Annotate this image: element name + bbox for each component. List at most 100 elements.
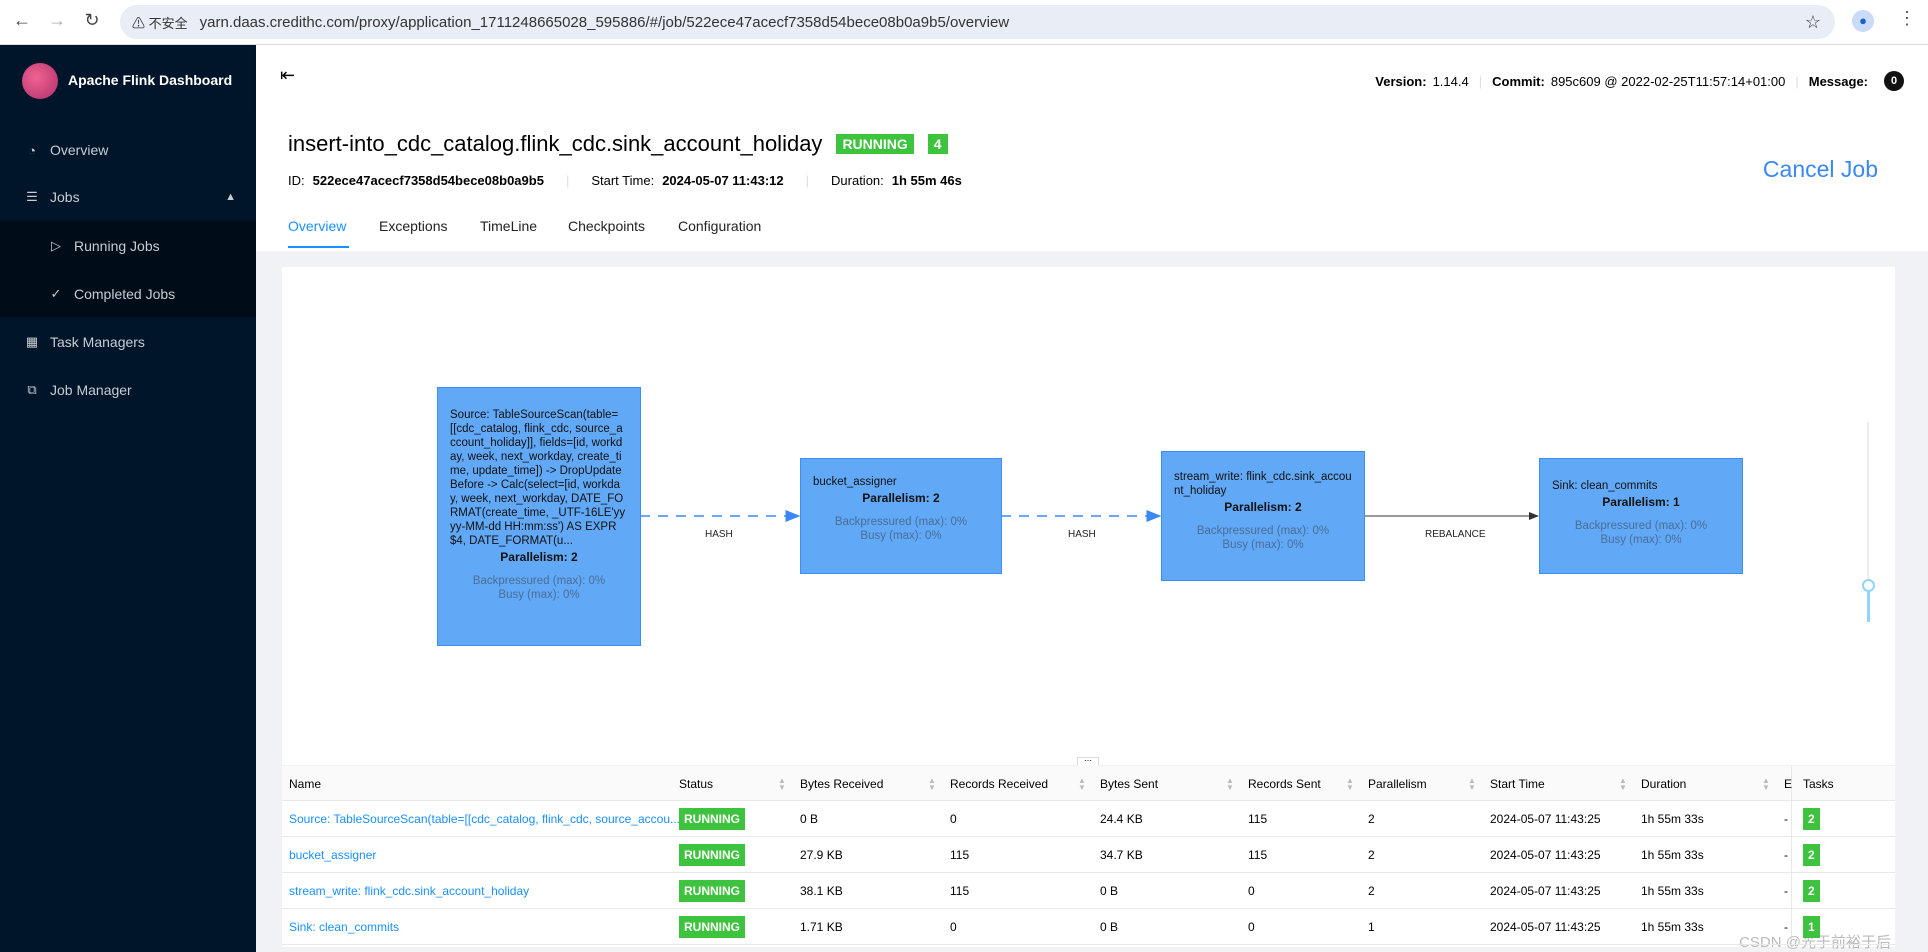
tab-configuration[interactable]: Configuration [678, 218, 761, 234]
tab-checkpoints[interactable]: Checkpoints [568, 218, 645, 234]
graph-node-source[interactable]: Source: TableSourceScan(table=[[cdc_cata… [437, 387, 641, 646]
job-graph[interactable]: HASH HASH REBALANCE Source: TableSourceS… [282, 267, 1895, 767]
cell-text: 0 [1248, 883, 1255, 898]
cell-bytes-sent: 0 B [1100, 909, 1118, 944]
cell-parallelism: 2 [1368, 801, 1375, 836]
cell-text[interactable]: Sink: clean_commits [289, 920, 399, 934]
sort-icon[interactable]: ▲ ▼ [1226, 777, 1234, 792]
cell-e: - [1784, 801, 1788, 836]
column-header-parallelism[interactable]: Parallelism [1368, 766, 1427, 801]
zoom-slider-handle[interactable] [1862, 579, 1875, 592]
back-icon[interactable]: ← [10, 10, 34, 31]
cancel-job-button[interactable]: Cancel Job [1763, 156, 1878, 183]
sidebar-item-jobs[interactable]: ☰ Jobs ▲ [0, 173, 256, 221]
sidebar-item-completed-jobs[interactable]: ✓ Completed Jobs [0, 270, 256, 318]
graph-node-bucket-assigner[interactable]: bucket_assigner Parallelism: 2 Backpress… [800, 458, 1002, 574]
url-text[interactable]: yarn.daas.credithc.com/proxy/application… [200, 14, 1010, 31]
sort-icon[interactable]: ▲ ▼ [1468, 777, 1476, 792]
sort-icon[interactable]: ▲ ▼ [928, 777, 936, 792]
security-warning[interactable]: ⚠ 不安全 [132, 13, 188, 32]
cell-text[interactable]: Source: TableSourceScan(table=[[cdc_cata… [289, 812, 680, 826]
sidebar-item-running-jobs[interactable]: ▷ Running Jobs [0, 222, 256, 270]
sidebar-item-overview[interactable]: ◔ Overview [0, 126, 256, 174]
id-label: ID: [288, 173, 305, 188]
cell-text: 0 [950, 919, 957, 934]
sort-icon[interactable]: ▲ ▼ [778, 777, 786, 792]
node-busy: Busy (max): 0% [498, 589, 580, 601]
cell-text: 115 [950, 847, 970, 862]
reload-icon[interactable]: ↻ [80, 10, 104, 31]
column-header-start-time[interactable]: Start Time [1490, 766, 1545, 801]
node-parallelism: Parallelism: 2 [500, 550, 578, 564]
forward-icon[interactable]: → [45, 10, 69, 31]
cell-bytes-sent: 0 B [1100, 873, 1118, 908]
zoom-slider-fill [1867, 587, 1870, 622]
node-name: stream_write: flink_cdc.sink_account_hol… [1174, 471, 1352, 497]
top-header: ⇤ Version: 1.14.4 | Commit: 895c609 @ 2022… [256, 45, 1928, 110]
sort-icon[interactable]: ▲ ▼ [1619, 777, 1627, 792]
cell-text[interactable]: stream_write: flink_cdc.sink_account_hol… [289, 884, 529, 898]
status-badge: RUNNING [679, 843, 745, 866]
cell-name[interactable]: Source: TableSourceScan(table=[[cdc_cata… [289, 801, 680, 836]
node-name: bucket_assigner [813, 476, 897, 488]
cell-bytes-received: 0 B [800, 801, 818, 836]
column-header-records-received[interactable]: Records Received [950, 766, 1048, 801]
cell-text: - [1784, 883, 1788, 898]
cell-records-received: 115 [950, 873, 969, 908]
message-count-badge[interactable]: 0 [1884, 71, 1904, 91]
duration-label: Duration: [831, 173, 884, 188]
cell-e: - [1784, 909, 1788, 944]
column-header-bytes-sent[interactable]: Bytes Sent [1100, 766, 1158, 801]
cell-status: RUNNING [679, 873, 745, 908]
status-badge: RUNNING [679, 807, 745, 830]
cell-start-time: 2024-05-07 11:43:25 [1490, 801, 1601, 836]
node-name: Source: TableSourceScan(table=[[cdc_cata… [450, 409, 626, 547]
cell-name[interactable]: bucket_assigner [289, 837, 376, 872]
cell-duration: 1h 55m 33s [1641, 873, 1704, 908]
cell-text[interactable]: bucket_assigner [289, 848, 376, 862]
column-header-name[interactable]: Name [289, 766, 321, 801]
cell-name[interactable]: Sink: clean_commits [289, 909, 399, 944]
flink-logo [22, 63, 58, 99]
cell-records-sent: 0 [1248, 909, 1255, 944]
sort-icon[interactable]: ▲ ▼ [1346, 777, 1354, 792]
bookmark-star-icon[interactable]: ☆ [1805, 12, 1821, 33]
sort-icon[interactable]: ▲ ▼ [1078, 777, 1086, 792]
tab-overview[interactable]: Overview [288, 218, 346, 234]
node-backpressure: Backpressured (max): 0% [834, 516, 968, 528]
sort-icon[interactable]: ▲ ▼ [1762, 777, 1770, 792]
column-header-tasks[interactable]: Tasks [1803, 766, 1834, 801]
cell-text: 2024-05-07 11:43:25 [1490, 847, 1601, 862]
cell-text: 34.7 KB [1100, 847, 1143, 862]
sidebar-item-task-managers[interactable]: ▦ Task Managers [0, 318, 256, 366]
more-menu-icon[interactable]: ⋮ [1898, 8, 1916, 29]
column-header-e[interactable]: E [1784, 766, 1792, 801]
sidebar-item-job-manager[interactable]: ⧉ Job Manager [0, 366, 256, 414]
cell-text: 2 [1368, 883, 1375, 898]
cell-duration: 1h 55m 33s [1641, 801, 1704, 836]
cell-bytes-received: 1.71 KB [800, 909, 843, 944]
node-busy: Busy (max): 0% [860, 530, 942, 542]
status-badge: RUNNING [679, 915, 745, 938]
tab-timeline[interactable]: TimeLine [480, 218, 537, 234]
column-header-status[interactable]: Status [679, 766, 713, 801]
cell-e: - [1784, 873, 1788, 908]
job-duration: 1h 55m 46s [891, 173, 962, 188]
address-bar[interactable]: ⚠ 不安全 yarn.daas.credithc.com/proxy/appli… [120, 5, 1835, 39]
cell-status: RUNNING [679, 801, 745, 836]
graph-node-stream-write[interactable]: stream_write: flink_cdc.sink_account_hol… [1161, 451, 1365, 581]
cell-text: 1h 55m 33s [1641, 847, 1704, 862]
menu-fold-icon[interactable]: ⇤ [280, 65, 295, 86]
profile-icon[interactable]: ● [1852, 10, 1874, 32]
column-header-records-sent[interactable]: Records Sent [1248, 766, 1321, 801]
column-header-bytes-received[interactable]: Bytes Received [800, 766, 883, 801]
cell-status: RUNNING [679, 837, 745, 872]
cell-tasks: 2 [1803, 837, 1820, 872]
cell-name[interactable]: stream_write: flink_cdc.sink_account_hol… [289, 873, 529, 908]
tab-exceptions[interactable]: Exceptions [379, 218, 447, 234]
column-header-duration[interactable]: Duration [1641, 766, 1686, 801]
cell-bytes-sent: 24.4 KB [1100, 801, 1143, 836]
brand-title: Apache Flink Dashboard [68, 72, 233, 88]
graph-node-sink[interactable]: Sink: clean_commits Parallelism: 1 Backp… [1539, 458, 1743, 574]
vertex-table: CSDN @光于前裕于后 Name Status ▲ ▼ Bytes Received ▲… [282, 766, 1895, 951]
